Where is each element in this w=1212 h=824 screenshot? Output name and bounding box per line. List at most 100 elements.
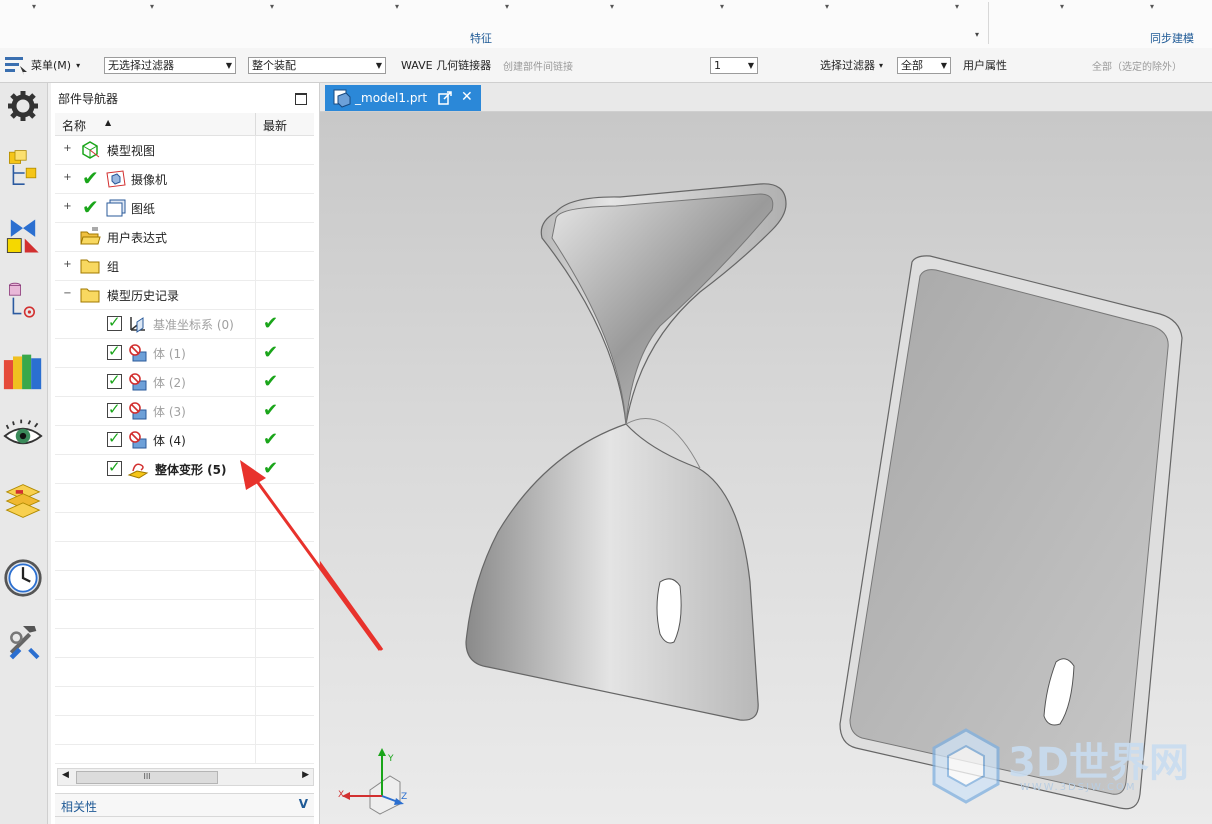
- drawing-icon: [106, 199, 126, 217]
- tree-row-datum-csys[interactable]: 基准坐标系 (0) ✔: [55, 310, 314, 339]
- axis-y-label: Y: [388, 754, 394, 764]
- ribbon-divider: [988, 2, 989, 44]
- ribbon-dropdown-arrow[interactable]: ▾: [270, 2, 274, 11]
- flat-case-model[interactable]: [839, 255, 1183, 810]
- camera-icon: [106, 170, 126, 188]
- type-filter-select[interactable]: 无选择过滤器 ▼: [104, 57, 236, 74]
- part-navigator-tab-icon[interactable]: [3, 280, 43, 320]
- ribbon: ▾ ▾ ▾ ▾ ▾ ▾ ▾ ▾ ▾ ▾ ▾ 特征 ▾ 同步建模: [0, 0, 1212, 49]
- folder-icon: [80, 288, 100, 303]
- history-clock-icon[interactable]: [3, 558, 43, 598]
- part-navigator-title: 部件导航器: [58, 92, 119, 106]
- collapse-icon[interactable]: −: [63, 289, 72, 299]
- column-latest-header[interactable]: 最新: [263, 117, 287, 134]
- tab-model1-prt[interactable]: _model1.prt ✕: [325, 85, 481, 111]
- assembly-navigator-tab-icon[interactable]: [3, 149, 43, 189]
- expand-icon[interactable]: +: [63, 173, 72, 183]
- latest-checkmark-icon: ✔: [263, 400, 279, 421]
- user-attributes-label: 用户属性: [963, 59, 1007, 72]
- tree-row-body-3[interactable]: 体 (3) ✔: [55, 397, 314, 426]
- tree-row-body-1[interactable]: 体 (1) ✔: [55, 339, 314, 368]
- column-divider: [255, 136, 256, 164]
- tab-title: _model1.prt: [355, 91, 428, 105]
- ribbon-dropdown-arrow[interactable]: ▾: [395, 2, 399, 11]
- column-divider: [255, 368, 256, 396]
- scroll-right-icon[interactable]: ▶: [302, 770, 309, 780]
- ribbon-dropdown-arrow[interactable]: ▾: [825, 2, 829, 11]
- tree-row-label: 摄像机: [131, 173, 168, 187]
- tree-row-model-history[interactable]: − 模型历史记录: [55, 281, 314, 310]
- expand-icon[interactable]: +: [63, 144, 72, 154]
- filter-all-select[interactable]: 全部 ▼: [897, 57, 951, 74]
- feature-checkbox[interactable]: [107, 313, 122, 331]
- feature-checkbox[interactable]: [107, 429, 122, 447]
- latest-checkmark-icon: ✔: [263, 371, 279, 392]
- ribbon-dropdown-arrow[interactable]: ▾: [610, 2, 614, 11]
- details-panel-header[interactable]: [55, 817, 314, 824]
- reuse-library-icon[interactable]: [3, 351, 43, 391]
- wave-geometry-linker-button[interactable]: WAVE 几何链接器: [401, 48, 491, 82]
- feature-checkbox[interactable]: [107, 400, 122, 418]
- level-select[interactable]: 1 ▼: [710, 57, 758, 74]
- close-icon[interactable]: ✕: [461, 89, 473, 105]
- tree-row-groups[interactable]: + 组: [55, 252, 314, 281]
- twisted-case-model[interactable]: [465, 183, 787, 721]
- undock-icon[interactable]: [438, 91, 452, 105]
- menu-button[interactable]: 菜单(M) ▾: [4, 48, 80, 82]
- tree-row-label: 体 (1): [153, 347, 186, 361]
- visualization-eye-icon[interactable]: [3, 416, 43, 456]
- layer-manager-icon[interactable]: [3, 481, 43, 521]
- select-all-except-label: 全部（选定的除外）: [1092, 61, 1182, 73]
- tree-row-label: 整体变形 (5): [155, 463, 227, 477]
- expand-icon[interactable]: +: [63, 202, 72, 212]
- latest-checkmark-icon: ✔: [263, 313, 279, 334]
- column-name-header[interactable]: 名称: [62, 117, 86, 134]
- settings-gear-icon[interactable]: [3, 86, 43, 126]
- tools-wrench-hammer-icon[interactable]: [3, 621, 43, 661]
- ribbon-group-expand-icon[interactable]: ▾: [975, 30, 979, 39]
- ribbon-dropdown-arrow[interactable]: ▾: [150, 2, 154, 11]
- select-all-except-button[interactable]: 全部（选定的除外）: [1092, 48, 1182, 82]
- feature-checkbox[interactable]: [107, 342, 122, 360]
- dependencies-panel-header[interactable]: 相关性 V: [55, 793, 314, 817]
- graphics-viewport[interactable]: Y X Z 3D世界网 WWW.3DSJW.COM: [320, 112, 1212, 824]
- chevron-down-icon: ▾: [76, 60, 81, 70]
- create-interpart-link-button[interactable]: 创建部件间链接: [503, 48, 573, 82]
- selection-toolbar: 菜单(M) ▾ 无选择过滤器 ▼ 整个装配 ▼ WAVE 几何链接器 创建部件间…: [0, 48, 1212, 124]
- scroll-left-icon[interactable]: ◀: [62, 770, 69, 780]
- maximize-icon[interactable]: [295, 93, 307, 105]
- expand-icon[interactable]: +: [63, 260, 72, 270]
- horizontal-scrollbar[interactable]: ◀ III ▶: [57, 768, 314, 786]
- scrollbar-thumb[interactable]: III: [76, 771, 218, 784]
- tree-row-label: 图纸: [131, 202, 156, 216]
- tree-row-cameras[interactable]: + ✔ 摄像机: [55, 165, 314, 194]
- tree-row-label: 体 (2): [153, 376, 186, 390]
- resource-bar: [0, 83, 48, 824]
- ribbon-dropdown-arrow[interactable]: ▾: [720, 2, 724, 11]
- user-attributes-button[interactable]: 用户属性: [963, 48, 1007, 82]
- chevron-down-icon: ▼: [375, 61, 382, 70]
- chevron-down-icon[interactable]: V: [299, 797, 308, 811]
- ribbon-dropdown-arrow[interactable]: ▾: [955, 2, 959, 11]
- tree-row-model-views[interactable]: + 模型视图: [55, 136, 314, 165]
- tree-row-body-2[interactable]: 体 (2) ✔: [55, 368, 314, 397]
- feature-checkbox[interactable]: [107, 371, 122, 389]
- tree-row-drawings[interactable]: + ✔ 图纸: [55, 194, 314, 223]
- ribbon-dropdown-arrow[interactable]: ▾: [32, 2, 36, 11]
- ribbon-dropdown-arrow[interactable]: ▾: [505, 2, 509, 11]
- tree-row-user-expressions[interactable]: 用户表达式: [55, 223, 314, 252]
- ribbon-dropdown-arrow[interactable]: ▾: [1150, 2, 1154, 11]
- selection-filter-label: 选择过滤器: [820, 59, 875, 72]
- chevron-down-icon: ▼: [747, 61, 754, 70]
- column-divider: [255, 310, 256, 338]
- selection-filter-button[interactable]: 选择过滤器 ▾: [820, 48, 883, 82]
- selection-scope-select[interactable]: 整个装配 ▼: [248, 57, 386, 74]
- ribbon-dropdown-arrow[interactable]: ▾: [1060, 2, 1064, 11]
- constraint-navigator-icon[interactable]: [3, 216, 43, 256]
- watermark-url: WWW.3DSJW.COM: [1020, 782, 1137, 793]
- graphics-tab-bar: _model1.prt ✕: [320, 83, 1212, 112]
- model-view-icon: [82, 141, 100, 159]
- column-divider[interactable]: [255, 113, 256, 135]
- feature-checkbox[interactable]: [107, 458, 122, 476]
- view-triad-icon[interactable]: [342, 748, 404, 815]
